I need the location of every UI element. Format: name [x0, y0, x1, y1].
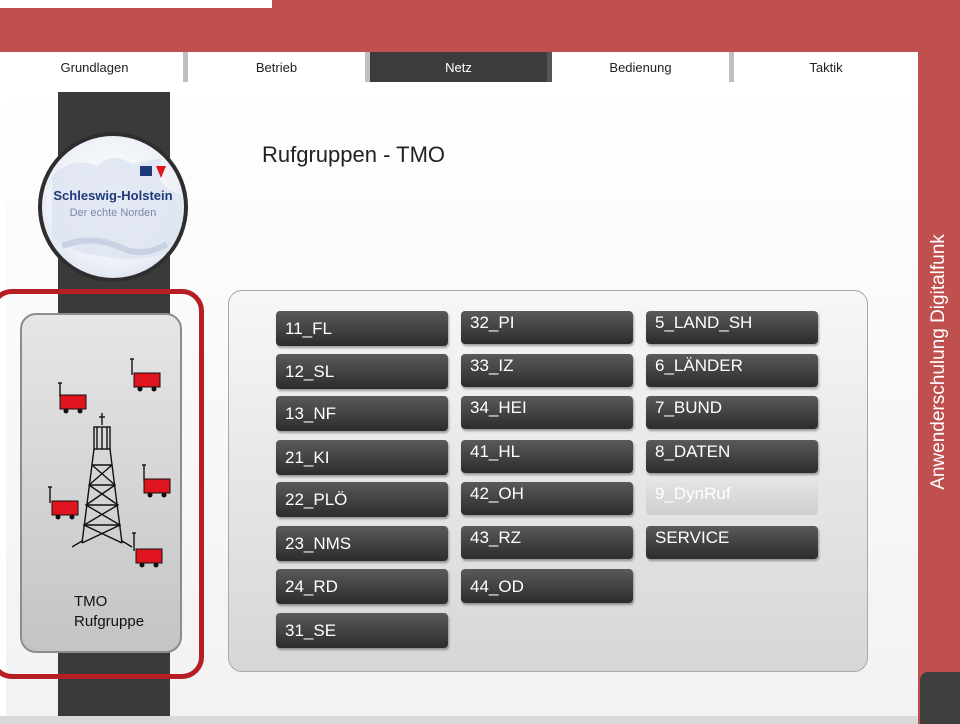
- logo-line1: Schleswig-Holstein: [53, 188, 173, 203]
- tab-netz[interactable]: Netz: [370, 52, 552, 82]
- group-button[interactable]: 43_RZ: [461, 526, 633, 559]
- group-button[interactable]: SERVICE: [646, 526, 818, 559]
- group-button[interactable]: 5_LAND_SH: [646, 311, 818, 344]
- tmo-rufgruppe-label: TMO Rufgruppe: [74, 592, 144, 632]
- group-button[interactable]: 34_HEI: [461, 396, 633, 429]
- state-logo: Schleswig-Holstein Der echte Norden: [38, 132, 188, 282]
- group-button[interactable]: 24_RD: [276, 569, 448, 604]
- group-button[interactable]: 42_OH: [461, 482, 633, 515]
- top-band-notch: [0, 0, 272, 8]
- page-title: Rufgruppen - TMO: [262, 142, 446, 167]
- group-button[interactable]: 8_DATEN: [646, 440, 818, 473]
- logo-line2: Der echte Norden: [69, 207, 157, 219]
- group-button[interactable]: 11_FL: [276, 311, 448, 346]
- tmo-label-line2: Rufgruppe: [74, 613, 145, 630]
- bottom-strip: [0, 716, 918, 724]
- group-button[interactable]: 6_LÄNDER: [646, 354, 818, 387]
- group-button[interactable]: 13_NF: [276, 396, 448, 431]
- group-button[interactable]: 23_NMS: [276, 526, 448, 561]
- side-title-text: Anwenderschulung Digitalfunk: [928, 234, 950, 490]
- group-button[interactable]: 21_KI: [276, 440, 448, 475]
- tab-betrieb[interactable]: Betrieb: [188, 52, 370, 82]
- group-button-disabled: 9_DynRuf: [646, 482, 818, 515]
- side-title: Anwenderschulung Digitalfunk: [918, 52, 960, 672]
- group-button[interactable]: 22_PLÖ: [276, 482, 448, 517]
- tab-bar: Grundlagen Betrieb Netz Bedienung Taktik: [6, 52, 918, 82]
- tab-grundlagen[interactable]: Grundlagen: [6, 52, 188, 82]
- tab-taktik[interactable]: Taktik: [734, 52, 918, 82]
- group-button[interactable]: 44_OD: [461, 569, 633, 603]
- tab-bedienung[interactable]: Bedienung: [552, 52, 734, 82]
- corner-block: [920, 672, 960, 724]
- group-button[interactable]: 12_SL: [276, 354, 448, 389]
- group-button[interactable]: 41_HL: [461, 440, 633, 473]
- group-button[interactable]: 31_SE: [276, 613, 448, 648]
- group-button[interactable]: 7_BUND: [646, 396, 818, 429]
- tmo-label-line1: TMO: [74, 593, 108, 610]
- group-button[interactable]: 33_IZ: [461, 354, 633, 387]
- group-button[interactable]: 32_PI: [461, 311, 633, 344]
